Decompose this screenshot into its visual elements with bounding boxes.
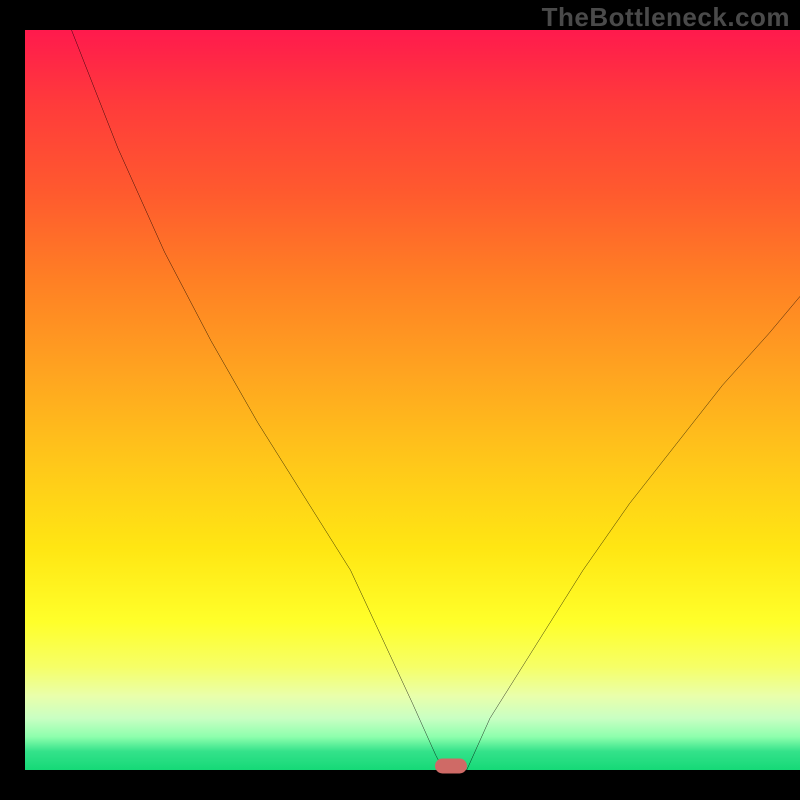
bottleneck-curve (25, 30, 800, 770)
curve-svg (25, 30, 800, 770)
chart-frame: TheBottleneck.com (0, 0, 800, 800)
plot-area (25, 30, 800, 770)
watermark-text: TheBottleneck.com (542, 2, 790, 33)
optimum-marker (435, 759, 467, 774)
